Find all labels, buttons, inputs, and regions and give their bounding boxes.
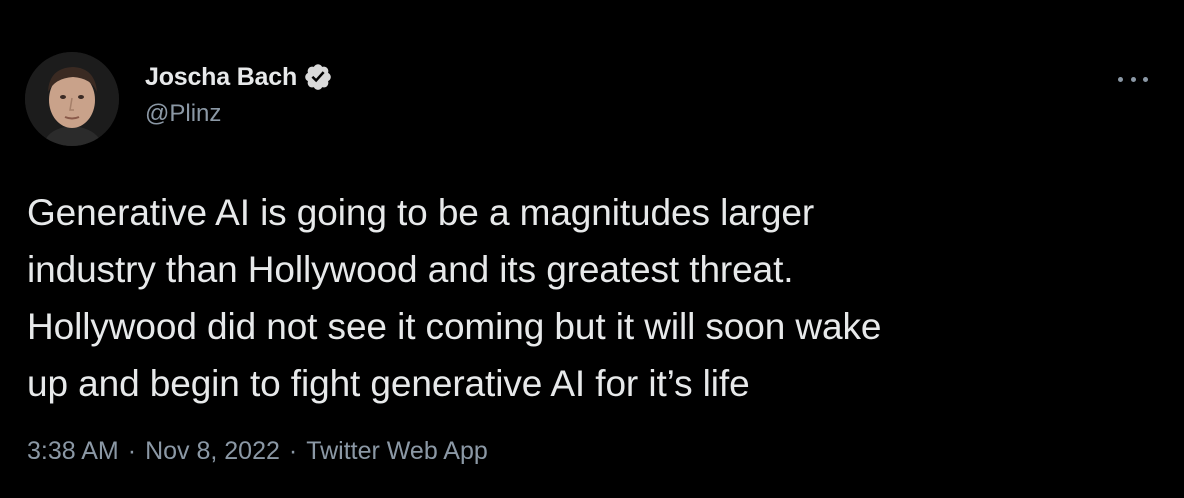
more-options-icon[interactable] (1118, 66, 1148, 92)
tweet-text-line: industry than Hollywood and its greatest… (27, 249, 794, 290)
tweet-text-line: Generative AI is going to be a magnitude… (27, 192, 815, 233)
meta-separator: · (127, 437, 137, 465)
tweet-date[interactable]: Nov 8, 2022 (145, 437, 280, 466)
author-block: Joscha Bach @Plinz (145, 62, 333, 128)
tweet-time[interactable]: 3:38 AM (27, 437, 119, 466)
more-dot (1118, 76, 1123, 82)
tweet-text-line: Hollywood did not see it coming but it w… (27, 306, 882, 347)
tweet-text: Generative AI is going to be a magnitude… (27, 184, 1147, 412)
tweet-source[interactable]: Twitter Web App (306, 437, 488, 466)
meta-separator: · (288, 437, 298, 465)
tweet-text-line: up and begin to fight generative AI for … (27, 363, 750, 404)
tweet: Joscha Bach @Plinz Generative AI is goin… (0, 0, 1184, 498)
more-dot (1130, 76, 1136, 82)
avatar-photo (25, 52, 119, 146)
more-dot (1143, 76, 1148, 82)
author-display-name[interactable]: Joscha Bach (145, 63, 297, 92)
tweet-meta: 3:38 AM · Nov 8, 2022 · Twitter Web App (27, 437, 488, 466)
avatar[interactable] (25, 52, 119, 146)
name-row: Joscha Bach (145, 62, 333, 92)
author-handle[interactable]: @Plinz (145, 100, 333, 128)
verified-badge-icon (303, 62, 333, 92)
